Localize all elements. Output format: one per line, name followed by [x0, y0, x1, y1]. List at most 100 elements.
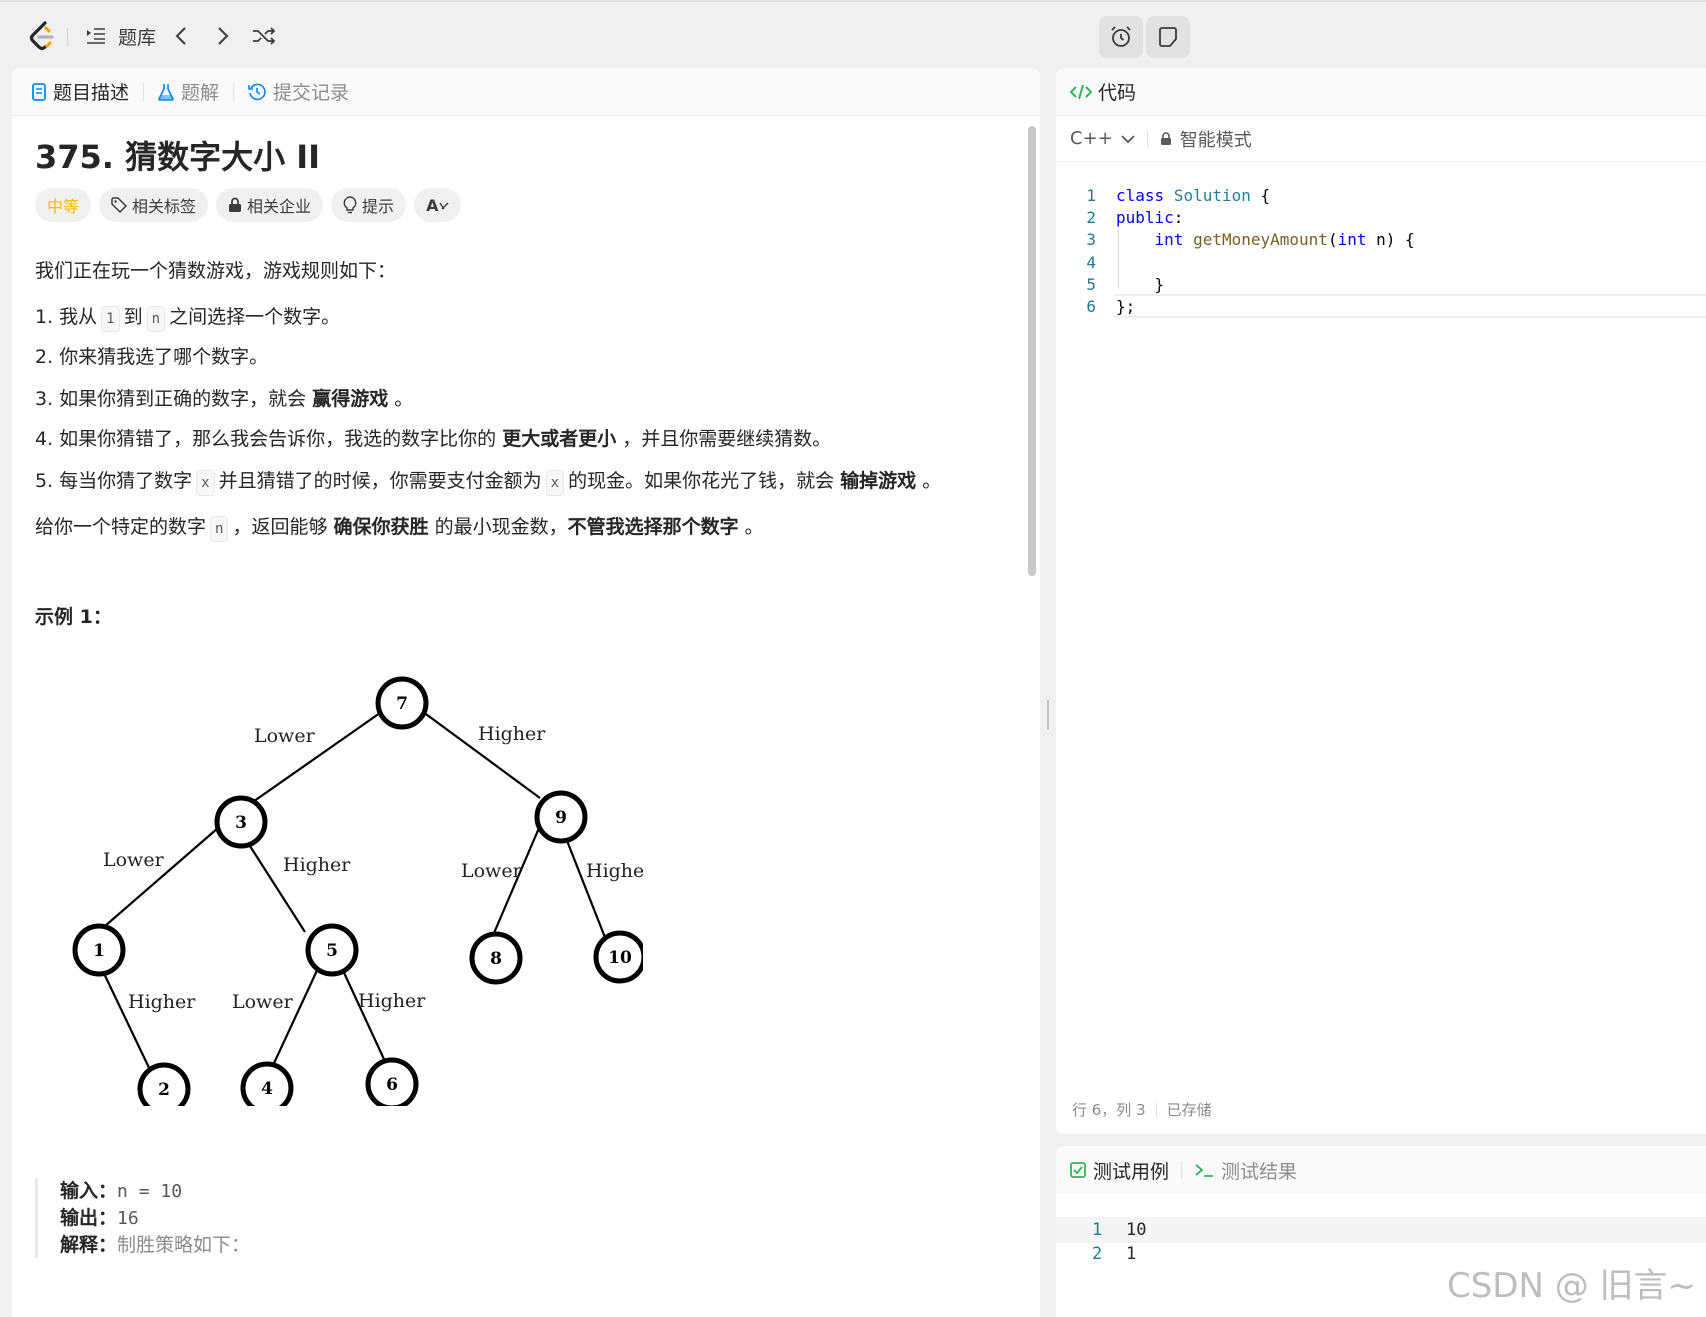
- rule-text: 并且猜错了的时候，你需要支付金额为: [218, 470, 542, 492]
- rule-text: 之间选择一个数字。: [169, 306, 341, 328]
- rule-text: 1. 我从: [35, 306, 98, 328]
- related-tags-button[interactable]: 相关标签: [99, 188, 209, 222]
- example-explanation: 解释：制胜策略如下：: [60, 1232, 250, 1258]
- edge-label-higher: Higher: [586, 860, 643, 882]
- random-problem-button[interactable]: [252, 22, 276, 50]
- tree-node: 6: [365, 1057, 419, 1106]
- inline-code: x: [196, 470, 215, 496]
- translate-button[interactable]: A: [414, 188, 462, 222]
- language-label: C++: [1070, 128, 1113, 149]
- divider: [1155, 1102, 1157, 1117]
- rule-bold: 输掉游戏: [840, 470, 917, 492]
- next-problem-button[interactable]: [216, 22, 230, 50]
- tab-description[interactable]: 题目描述: [32, 78, 129, 105]
- summary-bold: 确保你获胜: [333, 516, 429, 538]
- summary-part: ，返回能够: [232, 516, 328, 538]
- line-number: 2: [1092, 1244, 1103, 1264]
- panel-resize-handle[interactable]: [1047, 700, 1049, 730]
- alarm-clock-icon: [1111, 26, 1131, 47]
- tree-node: 5: [305, 923, 359, 977]
- inline-code: 1: [101, 306, 120, 332]
- lock-icon: [229, 197, 242, 212]
- line-number: 4: [1086, 253, 1096, 272]
- test-results-label: 测试结果: [1221, 1160, 1298, 1183]
- related-companies-label: 相关企业: [247, 197, 312, 216]
- edge-label-higher: Higher: [128, 991, 196, 1013]
- editor-status-bar: 行 6，列 3 已存储: [1072, 1099, 1212, 1120]
- summary-part: 的最小现金数，: [434, 516, 568, 538]
- tree-node: 10: [593, 930, 643, 984]
- testcase-line[interactable]: 10: [1126, 1220, 1146, 1240]
- tree-edge: [104, 827, 219, 927]
- cursor-position: 行 6，列 3: [1072, 1101, 1146, 1119]
- prev-problem-button[interactable]: [174, 22, 188, 50]
- line-number: 2: [1086, 208, 1096, 227]
- tree-node-label: 9: [555, 808, 567, 828]
- hint-button[interactable]: 提示: [331, 188, 407, 222]
- leetcode-logo[interactable]: [28, 20, 56, 52]
- note-icon: [1159, 27, 1177, 47]
- hint-label: 提示: [362, 197, 395, 216]
- tree-edge: [489, 827, 541, 941]
- testcases-label: 测试用例: [1093, 1160, 1170, 1183]
- rule-1: 1. 我从 1 到 n 之间选择一个数字。: [35, 302, 340, 332]
- tree-node: 4: [240, 1061, 294, 1106]
- tab-submissions[interactable]: 提交记录: [248, 78, 349, 105]
- testcase-tabs: 测试用例 测试结果: [1056, 1146, 1706, 1194]
- tree-node: 7: [375, 676, 429, 730]
- problem-title: 375. 猜数字大小 II: [35, 138, 321, 176]
- tab-testcases[interactable]: 测试用例: [1070, 1157, 1169, 1184]
- tree-node: 3: [214, 795, 268, 849]
- testcase-panel: 测试用例 测试结果 1 10 2 1 CSDN @ 旧言~: [1056, 1146, 1706, 1317]
- difficulty-label: 中等: [47, 197, 80, 216]
- example-title: 示例 1：: [35, 606, 112, 628]
- tab-test-results[interactable]: 测试结果: [1194, 1157, 1297, 1184]
- problem-chips: 中等 相关标签 相关企业 提示 A: [35, 188, 469, 222]
- checkbox-icon: [1070, 1162, 1086, 1178]
- code-line: int getMoneyAmount(int n) {: [1154, 230, 1415, 249]
- top-bar: 题库: [0, 0, 1706, 68]
- example-output: 输出：16: [60, 1205, 250, 1232]
- code-tab[interactable]: 代码: [1056, 68, 1706, 116]
- divider: [1181, 1161, 1183, 1179]
- line-number: 6: [1086, 297, 1096, 316]
- rule-text: 的现金。如果你花光了钱，就会: [568, 470, 835, 492]
- example-value: 制胜策略如下：: [117, 1234, 251, 1256]
- testcase-line[interactable]: 1: [1126, 1244, 1136, 1264]
- tree-node: 9: [534, 790, 588, 844]
- tab-label: 题解: [181, 82, 220, 104]
- tab-solutions[interactable]: 题解: [158, 78, 219, 105]
- edge-label-lower: Lower: [232, 991, 294, 1013]
- translate-label: A: [426, 195, 439, 215]
- tree-node-label: 7: [396, 694, 408, 714]
- tree-node-label: 10: [608, 948, 632, 968]
- summary-part: 。: [744, 516, 764, 538]
- rule-5: 5. 每当你猜了数字 x 并且猜错了的时候，你需要支付金额为 x 的现金。如果你花光了钱…: [35, 466, 941, 496]
- tree-node-label: 1: [93, 941, 105, 961]
- tree-edge: [560, 827, 608, 941]
- rule-text: 3. 如果你猜到正确的数字，就会: [35, 388, 307, 410]
- csdn-watermark: CSDN @ 旧言~: [1446, 1266, 1696, 1306]
- chevron-down-icon: [1121, 134, 1135, 143]
- current-line-highlight: [1056, 1217, 1706, 1243]
- saved-status: 已存储: [1166, 1101, 1212, 1119]
- rule-4: 4. 如果你猜错了，那么我会告诉你，我选的数字比你的 更大或者更小 ，并且你需要…: [35, 424, 831, 451]
- lightbulb-icon: [343, 196, 357, 214]
- smart-mode-button[interactable]: 智能模式: [1160, 126, 1252, 152]
- related-tags-label: 相关标签: [132, 197, 197, 216]
- related-companies-button[interactable]: 相关企业: [216, 188, 324, 222]
- tree-node-label: 2: [158, 1080, 170, 1100]
- example-block: 输入：n = 10 输出：16 解释：制胜策略如下：: [35, 1178, 250, 1258]
- language-select[interactable]: C++: [1070, 128, 1135, 149]
- flask-icon: [158, 83, 174, 101]
- line-number: 5: [1086, 275, 1096, 294]
- rule-text: 5. 每当你猜了数字: [35, 470, 193, 492]
- tag-icon: [111, 197, 128, 213]
- edge-label-higher: Higher: [478, 723, 546, 745]
- timer-button[interactable]: [1099, 16, 1143, 58]
- line-number: 1: [1086, 186, 1096, 205]
- summary-bold: 不管我选择那个数字: [567, 516, 739, 538]
- notes-button[interactable]: [1146, 16, 1190, 58]
- problem-bank-button[interactable]: 题库: [86, 22, 156, 50]
- scrollbar[interactable]: [1028, 126, 1036, 576]
